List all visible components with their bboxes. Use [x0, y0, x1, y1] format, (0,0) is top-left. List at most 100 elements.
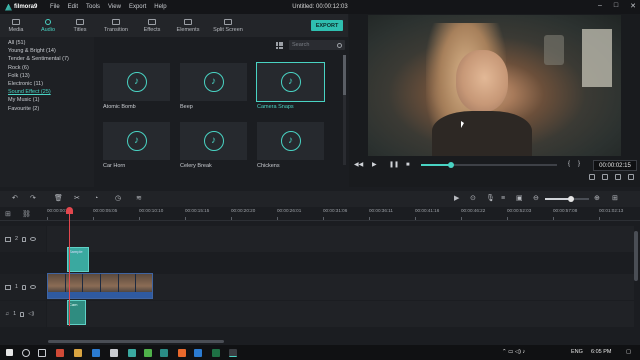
voiceover-icon[interactable]: ≡	[501, 195, 505, 202]
lock-icon[interactable]	[20, 311, 25, 317]
previous-frame-icon[interactable]: ◀◀	[354, 162, 363, 168]
cut-icon[interactable]: ✂	[74, 195, 80, 202]
redo-icon[interactable]: ↷	[30, 195, 36, 202]
zoom-handle[interactable]	[568, 196, 575, 202]
volume-icon[interactable]	[615, 174, 621, 180]
tab-transition[interactable]: Transition	[96, 14, 136, 37]
search-input[interactable]	[292, 42, 332, 48]
app-icon[interactable]	[144, 349, 152, 357]
app-icon[interactable]	[194, 349, 202, 357]
excel-icon[interactable]	[212, 349, 220, 357]
marker-icon[interactable]: ⊙	[470, 195, 476, 202]
filmora-taskbar-icon[interactable]	[229, 349, 237, 357]
menu-file[interactable]: File	[50, 4, 60, 10]
audio-mixer-icon[interactable]: ≋	[136, 195, 142, 202]
stop-icon[interactable]: ■	[406, 162, 410, 168]
timeline-zoom-slider[interactable]	[545, 196, 589, 202]
category-item[interactable]: My Music (1)	[8, 96, 94, 104]
search-icon[interactable]	[22, 349, 30, 357]
tab-effects[interactable]: Effects	[136, 14, 168, 37]
app-icon[interactable]	[74, 349, 82, 357]
category-item-active[interactable]: Sound Effect (25)	[8, 88, 94, 96]
category-item[interactable]: All (51)	[8, 39, 94, 47]
progress-handle[interactable]	[447, 162, 454, 168]
fullscreen-icon[interactable]	[628, 174, 634, 180]
clock[interactable]: 6:05 PM	[591, 349, 611, 355]
title-clip[interactable]: Sample	[67, 247, 89, 272]
eye-icon[interactable]	[30, 237, 37, 241]
lock-icon[interactable]	[22, 284, 27, 290]
audio-tile[interactable]: ♪ Car Horn	[103, 122, 170, 169]
category-item[interactable]: Electronic (11)	[8, 80, 94, 88]
menu-edit[interactable]: Edit	[68, 4, 78, 10]
tray-icons[interactable]: ⌃ ▭ ◁) ♪	[502, 349, 525, 355]
export-button[interactable]: EXPORT	[311, 20, 343, 31]
tab-media[interactable]: Media	[0, 14, 32, 37]
firefox-icon[interactable]	[178, 349, 186, 357]
menu-help[interactable]: Help	[154, 4, 166, 10]
zoom-in-icon[interactable]: ⊕	[594, 195, 600, 202]
menu-tools[interactable]: Tools	[86, 4, 100, 10]
audio-tile-selected[interactable]: ♪ Camera Snaps	[256, 62, 325, 110]
menu-view[interactable]: View	[108, 4, 121, 10]
category-item[interactable]: Favourite (2)	[8, 105, 94, 113]
render-icon[interactable]: ▶	[454, 195, 459, 202]
tab-audio[interactable]: Audio	[32, 14, 64, 37]
speed-icon[interactable]: ◔	[94, 195, 98, 202]
play-icon[interactable]: ▶	[372, 162, 377, 168]
zoom-out-icon[interactable]: ⊖	[533, 195, 539, 202]
audio-tile[interactable]: ♪ Beep	[180, 63, 247, 110]
link-icon[interactable]: ⛓	[22, 210, 31, 218]
task-view-icon[interactable]	[38, 349, 46, 357]
snap-icon[interactable]: ▣	[516, 195, 523, 202]
tab-titles[interactable]: Titles	[64, 14, 96, 37]
tab-elements[interactable]: Elements	[168, 14, 208, 37]
timeline-ruler[interactable]: ⊞ ⛓ 00:00:00:00 00:00:05:05 00:00:10:10 00:…	[0, 207, 640, 221]
video-preview[interactable]	[368, 15, 621, 156]
ruler-tick-label: 00:00:20:20	[231, 208, 256, 213]
windows-start-icon[interactable]	[6, 349, 13, 356]
snapshot-icon[interactable]	[602, 174, 608, 180]
language-indicator[interactable]: ENG	[571, 349, 583, 355]
audio-tile[interactable]: ♪ Celery Break	[180, 122, 247, 169]
library-scrollbar[interactable]	[343, 55, 346, 165]
search-icon[interactable]	[337, 42, 342, 48]
menu-export[interactable]: Export	[129, 4, 146, 10]
app-icon[interactable]	[92, 349, 100, 357]
track-lane-video-2[interactable]	[47, 226, 634, 252]
track-lane-audio-1[interactable]	[47, 301, 634, 327]
ruler-tick-mark	[47, 217, 48, 220]
microphone-icon[interactable]: 🎙	[486, 195, 495, 202]
mark-out-icon[interactable]: }	[578, 161, 580, 167]
grid-view-icon[interactable]	[276, 41, 283, 49]
audio-tile[interactable]: ♪ Chickens	[257, 122, 324, 169]
category-item[interactable]: Folk (13)	[8, 72, 94, 80]
playback-progress[interactable]	[421, 162, 557, 168]
delete-icon[interactable]: 🗑	[54, 195, 63, 202]
duration-icon[interactable]: ◷	[115, 195, 121, 202]
maximize-icon[interactable]: □	[614, 2, 618, 10]
eye-icon[interactable]	[30, 285, 37, 289]
screen-icon[interactable]	[589, 174, 595, 180]
notification-icon[interactable]: ▢	[626, 349, 631, 355]
close-icon[interactable]: ✕	[630, 2, 636, 10]
undo-icon[interactable]: ↶	[12, 195, 18, 202]
speaker-icon[interactable]: ◁)	[28, 311, 34, 317]
fit-timeline-icon[interactable]: ⊞	[612, 195, 618, 202]
tab-split-screen[interactable]: Split Screen	[208, 14, 248, 37]
audio-tile[interactable]: ♪ Atomic Bomb	[103, 63, 170, 110]
category-item[interactable]: Rock (6)	[8, 64, 94, 72]
minimize-icon[interactable]: –	[598, 2, 602, 10]
category-item[interactable]: Young & Bright (14)	[8, 47, 94, 55]
lock-icon[interactable]	[22, 236, 27, 242]
app-icon[interactable]	[128, 349, 136, 357]
pause-icon[interactable]: ❚❚	[389, 162, 399, 168]
app-icon[interactable]	[110, 349, 118, 357]
video-clip[interactable]	[47, 273, 153, 299]
timeline-vertical-scrollbar[interactable]	[634, 231, 638, 281]
mark-in-icon[interactable]: {	[568, 161, 570, 167]
app-icon[interactable]	[160, 349, 168, 357]
category-item[interactable]: Tender & Sentimental (7)	[8, 55, 94, 63]
app-icon[interactable]	[56, 349, 64, 357]
add-track-icon[interactable]: ⊞	[5, 210, 11, 218]
